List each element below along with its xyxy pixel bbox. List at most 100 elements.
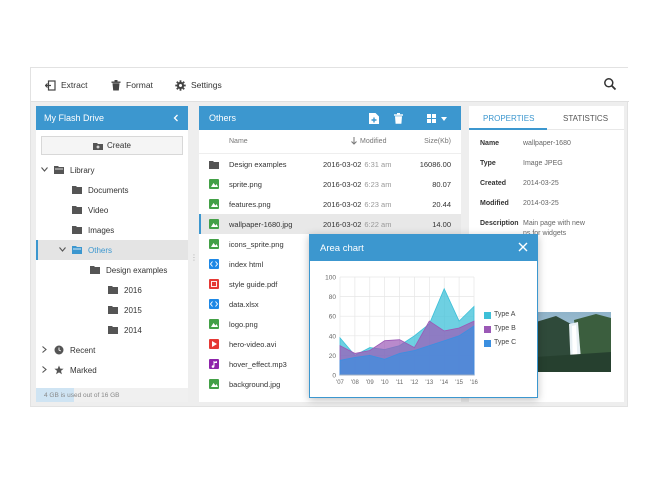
column-name[interactable]: Name xyxy=(229,138,248,145)
tree-item[interactable]: Library xyxy=(36,160,188,180)
folder-icon xyxy=(108,285,118,295)
file-row[interactable]: features.png 2016-03-02 6:23 am 20.44 xyxy=(199,194,461,214)
details-tabs: PROPERTIES STATISTICS xyxy=(469,106,624,130)
area-chart-dialog: Area chart 0 20 40 60 80 100 '07 '08 '09 '10 '11 '1… xyxy=(309,234,538,398)
delete-icon[interactable] xyxy=(394,113,403,124)
image-file-icon xyxy=(209,319,219,329)
file-modified-time: 6:23 am xyxy=(364,180,392,189)
sort-arrow-down-icon[interactable] xyxy=(351,137,357,147)
folder-icon xyxy=(108,325,118,335)
format-button[interactable]: Format xyxy=(111,78,153,92)
chevron-down-icon[interactable] xyxy=(58,246,66,254)
tree-item[interactable]: Video xyxy=(36,200,188,220)
file-modified-date: 2016-03-02 xyxy=(323,180,362,189)
file-modified: 2016-03-02 6:31 am xyxy=(323,160,391,169)
tree-item[interactable]: 2016 xyxy=(36,280,188,300)
file-name: hero-video.avi xyxy=(229,340,277,349)
tree-item[interactable]: Documents xyxy=(36,180,188,200)
y-tick-label: 40 xyxy=(329,333,337,340)
grid-view-icon[interactable] xyxy=(427,114,436,123)
pdf-file-icon xyxy=(209,279,219,289)
y-tick-label: 20 xyxy=(329,353,337,360)
file-name: data.xlsx xyxy=(229,300,259,309)
tab-statistics[interactable]: STATISTICS xyxy=(563,114,608,123)
legend-label: Type A xyxy=(494,311,516,318)
trash-icon xyxy=(111,79,121,90)
y-tick-label: 60 xyxy=(329,314,337,321)
video-file-icon xyxy=(209,339,219,349)
file-list-header: Others xyxy=(199,106,461,130)
close-icon[interactable] xyxy=(517,241,529,253)
file-modified: 2016-03-026:23 am xyxy=(323,180,391,189)
current-folder-title: Others xyxy=(209,113,237,123)
dialog-title: Area chart xyxy=(320,243,364,254)
file-manager-window: Extract Format Settings My Flash Drive C… xyxy=(30,67,629,407)
add-file-icon[interactable] xyxy=(369,113,379,124)
column-size[interactable]: Size(Kb) xyxy=(424,138,451,145)
x-tick-label: '16 xyxy=(470,380,478,386)
image-file-icon xyxy=(209,199,219,209)
folder-tree: Library Documents Video Images Others Design … xyxy=(36,160,188,380)
audio-file-icon xyxy=(209,359,219,369)
file-list-column-header: Name Modified Size(Kb) xyxy=(199,130,461,154)
folder-icon xyxy=(90,265,100,275)
property-value: wallpaper-1680 xyxy=(523,140,571,147)
extract-label: Extract xyxy=(61,80,88,90)
chevron-right-icon[interactable] xyxy=(40,365,48,375)
tab-properties[interactable]: PROPERTIES xyxy=(483,114,534,123)
tree-item-label: Others xyxy=(88,246,113,255)
tree-item[interactable]: Design examples xyxy=(36,260,188,280)
legend-label: Type C xyxy=(494,339,517,346)
x-tick-label: '14 xyxy=(440,380,448,386)
extract-button[interactable]: Extract xyxy=(45,78,87,92)
file-name: background.jpg xyxy=(229,380,281,389)
tree-item[interactable]: 2014 xyxy=(36,320,188,340)
tree-item[interactable]: Recent xyxy=(36,340,188,360)
y-tick-label: 80 xyxy=(329,294,337,301)
tree-item[interactable]: 2015 xyxy=(36,300,188,320)
x-tick-label: '09 xyxy=(366,380,374,386)
property-value: Image JPEG xyxy=(523,160,563,167)
image-file-icon xyxy=(209,239,219,249)
file-name: features.png xyxy=(229,200,271,209)
property-value[interactable]: Main page with new xyxy=(523,220,585,227)
x-tick-label: '08 xyxy=(351,380,359,386)
file-name: sprite.png xyxy=(229,180,262,189)
file-name: Design examples xyxy=(229,160,287,169)
chevron-right-icon[interactable] xyxy=(40,345,48,355)
file-modified-time: 6:31 am xyxy=(364,160,392,169)
tree-item-label: Marked xyxy=(70,366,97,375)
chevron-left-icon[interactable] xyxy=(172,114,180,122)
file-row[interactable]: wallpaper-1680.jpg 2016-03-02 6:22 am 14.00 xyxy=(199,214,461,234)
caret-down-icon[interactable] xyxy=(441,117,447,121)
tree-item-label: Video xyxy=(88,206,109,215)
file-name: style guide.pdf xyxy=(229,280,278,289)
column-modified[interactable]: Modified xyxy=(360,138,386,145)
create-button[interactable]: Create xyxy=(41,136,183,155)
chevron-down-icon[interactable] xyxy=(40,166,48,174)
folder-icon xyxy=(72,185,82,195)
search-icon[interactable] xyxy=(603,77,617,91)
file-row[interactable]: sprite.png 2016-03-02 6:23 am 80.07 xyxy=(199,174,461,194)
tree-item[interactable]: Images xyxy=(36,220,188,240)
property-key: Created xyxy=(480,180,507,187)
settings-button[interactable]: Settings xyxy=(175,78,222,92)
file-name: wallpaper-1680.jpg xyxy=(229,220,293,229)
tree-item-label: Images xyxy=(88,226,115,235)
folder-open-icon xyxy=(72,245,82,255)
image-file-icon xyxy=(209,379,219,389)
file-size: 20.44 xyxy=(432,200,451,209)
legend-item: Type C xyxy=(484,339,516,353)
folder-icon xyxy=(108,305,118,315)
x-tick-label: '15 xyxy=(455,380,463,386)
folder-panel: My Flash Drive Create Library Documents Vi… xyxy=(36,106,188,402)
legend-item: Type B xyxy=(484,325,516,339)
panel-splitter-handle[interactable]: ⋮ xyxy=(190,253,198,263)
tree-item-label: Design examples xyxy=(106,266,168,275)
tree-item[interactable]: Marked xyxy=(36,360,188,380)
file-modified-date: 2016-03-02 xyxy=(323,220,362,229)
y-tick-label: 100 xyxy=(325,275,336,282)
file-row[interactable]: Design examples 2016-03-02 6:31 am 16086.00 xyxy=(199,154,461,174)
tree-item-label: 2016 xyxy=(124,286,142,295)
tree-item[interactable]: Others xyxy=(36,240,188,260)
